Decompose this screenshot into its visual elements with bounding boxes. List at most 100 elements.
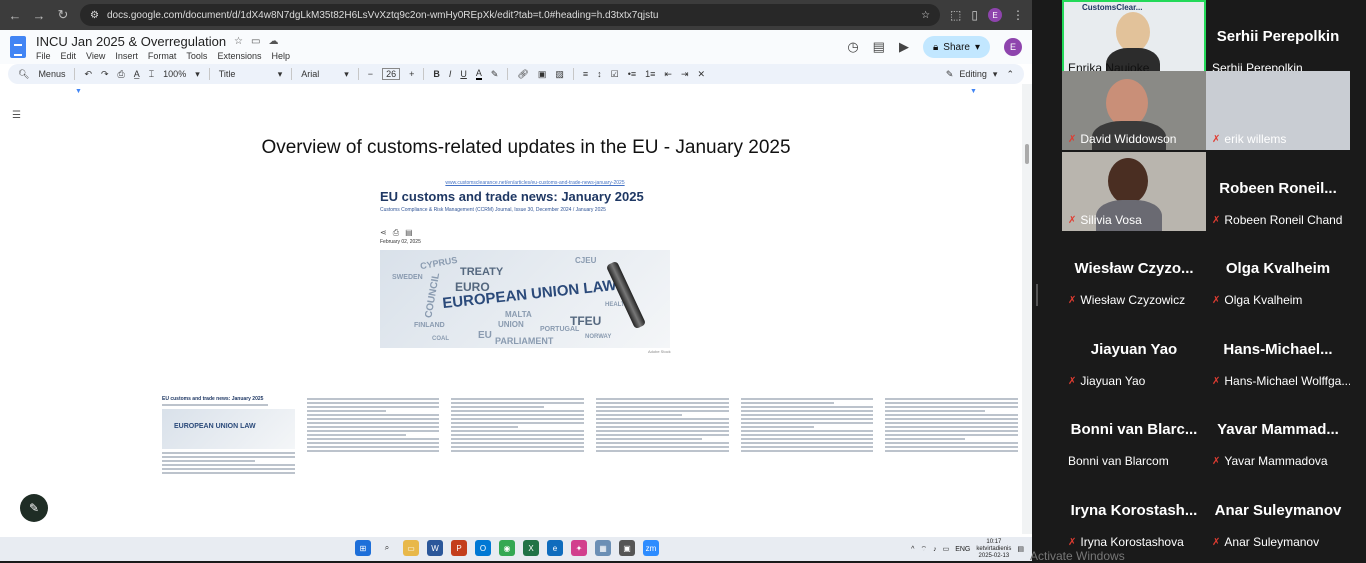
collapse-toolbar-icon[interactable]: ⌃ (1006, 69, 1014, 80)
thumbnail-page[interactable] (594, 394, 731, 534)
forward-icon[interactable]: → (32, 8, 46, 23)
menus-search[interactable]: Menus (38, 69, 65, 79)
document-heading[interactable]: Overview of customs-related updates in t… (0, 137, 1032, 159)
scrollbar-thumb[interactable] (1025, 144, 1029, 164)
move-folder-icon[interactable]: ▭ (251, 36, 260, 47)
align-icon[interactable]: ≡ (583, 69, 588, 79)
participant-tile[interactable]: ✗ David Widdowson (1062, 71, 1206, 150)
clock[interactable]: 10:17 ketvirtadienis 2025-02-13 (976, 539, 1011, 560)
highlight-icon[interactable]: ✎ (491, 69, 499, 80)
participant-tile[interactable]: Yavar Mammad... ✗ Yavar Mammadova (1206, 393, 1350, 472)
line-spacing-icon[interactable]: ↕ (597, 69, 602, 79)
address-bar[interactable]: ⚙ docs.google.com/document/d/1dX4w8N7dgL… (80, 4, 941, 26)
profile-avatar[interactable]: E (988, 8, 1002, 22)
menu-tools[interactable]: Tools (186, 51, 207, 61)
paint-format-icon[interactable]: ⌶ (149, 69, 154, 80)
text-color-icon[interactable]: A (475, 68, 482, 80)
google-docs-logo-icon[interactable] (10, 36, 26, 58)
style-select[interactable]: Title (219, 69, 269, 79)
checklist-icon[interactable]: ☑ (611, 69, 619, 80)
menu-extensions[interactable]: Extensions (217, 51, 261, 61)
powerpoint-icon[interactable]: P (451, 540, 467, 556)
app-icon[interactable]: ▣ (619, 540, 635, 556)
image-icon[interactable]: ▨ (555, 69, 564, 80)
bullet-list-icon[interactable]: •≡ (628, 69, 636, 79)
font-select[interactable]: Arial (301, 69, 335, 79)
increase-font-icon[interactable]: + (409, 69, 414, 79)
browser-menu-icon[interactable]: ⋮ (1012, 8, 1024, 22)
participant-tile[interactable]: Jiayuan Yao ✗ Jiayuan Yao (1062, 313, 1206, 392)
spellcheck-icon[interactable]: A̲ (134, 69, 140, 79)
italic-icon[interactable]: I (449, 69, 452, 79)
bold-icon[interactable]: B (433, 69, 440, 79)
word-icon[interactable]: W (427, 540, 443, 556)
thumbnail-page[interactable] (449, 394, 587, 534)
menu-view[interactable]: View (86, 51, 105, 61)
resize-handle[interactable] (1036, 284, 1038, 306)
edge-icon[interactable]: e (547, 540, 563, 556)
participant-tile[interactable]: Anar Suleymanov ✗ Anar Suleymanov (1206, 474, 1350, 553)
version-history-icon[interactable]: ◷ (847, 39, 858, 55)
file-explorer-icon[interactable]: ▭ (403, 540, 419, 556)
menu-file[interactable]: File (36, 51, 51, 61)
menu-insert[interactable]: Insert (115, 51, 138, 61)
meet-icon[interactable]: ▶ (899, 39, 909, 55)
participant-tile[interactable]: Wiesław Czyzo... ✗ Wiesław Czyzowicz (1062, 232, 1206, 311)
clear-format-icon[interactable]: ✕ (698, 69, 706, 80)
language-indicator[interactable]: ENG (955, 546, 970, 553)
comments-icon[interactable]: ▤ (873, 39, 885, 55)
participant-tile[interactable]: ✗ Silivia Vosa (1062, 152, 1206, 231)
star-icon[interactable]: ☆ (234, 36, 243, 47)
vertical-scrollbar[interactable] (1022, 84, 1032, 534)
decrease-font-icon[interactable]: − (368, 69, 373, 79)
app-icon[interactable]: ▦ (595, 540, 611, 556)
outlook-icon[interactable]: O (475, 540, 491, 556)
share-button[interactable]: 🔒︎ Share ▾ (922, 36, 990, 58)
thumbnail-page[interactable] (304, 394, 442, 534)
document-title[interactable]: INCU Jan 2025 & Overregulation (36, 34, 226, 49)
participant-tile[interactable]: Hans-Michael... ✗ Hans-Michael Wolffga... (1206, 313, 1350, 392)
undo-icon[interactable]: ↶ (84, 69, 92, 80)
volume-icon[interactable]: ♪ (933, 546, 937, 553)
participant-tile[interactable]: ✗ erik willems (1206, 71, 1350, 150)
panel-divider[interactable] (1032, 0, 1060, 561)
comment-icon[interactable]: ▣ (538, 69, 547, 80)
zoom-icon[interactable]: zm (643, 540, 659, 556)
ruler[interactable]: ▼ ▼ (0, 86, 1020, 95)
participant-tile[interactable]: Bonni van Blarc... Bonni van Blarcom (1062, 393, 1206, 472)
participant-tile[interactable]: Serhii Perepolkin Serhii Perepolkin (1206, 0, 1350, 79)
reload-icon[interactable]: ↻ (56, 7, 70, 23)
thumbnail-page[interactable]: EU customs and trade news: January 2025 … (160, 394, 297, 534)
windows-start-icon[interactable]: ⊞ (355, 540, 371, 556)
site-info-icon[interactable]: ⚙ (90, 10, 99, 21)
extensions-icon[interactable]: ⬚ (950, 8, 961, 22)
decrease-indent-icon[interactable]: ⇤ (664, 69, 672, 80)
eu-law-image[interactable]: CYPRUS TREATY EURO COUNCIL EUROPEAN UNIO… (380, 250, 670, 348)
cloud-status-icon[interactable]: ☁ (268, 36, 278, 47)
participant-tile[interactable]: Robeen Roneil... ✗ Robeen Roneil Chand (1206, 152, 1350, 231)
increase-indent-icon[interactable]: ⇥ (681, 69, 689, 80)
numbered-list-icon[interactable]: 1≡ (645, 69, 655, 79)
menu-format[interactable]: Format (148, 51, 177, 61)
print-icon[interactable]: ⎙ (118, 69, 125, 80)
zoom-select[interactable]: 100% (163, 69, 186, 79)
app-icon[interactable]: ✦ (571, 540, 587, 556)
chevron-down-icon[interactable]: ▾ (195, 69, 200, 80)
participant-tile[interactable]: CustomsClear... Enrika Naujoke (1062, 0, 1206, 79)
chevron-down-icon[interactable]: ▾ (278, 69, 283, 80)
thumbnail-page[interactable] (738, 394, 876, 534)
link-icon[interactable]: 🔗︎ (517, 69, 528, 80)
underline-icon[interactable]: U (460, 69, 467, 79)
chevron-up-icon[interactable]: ^ (911, 546, 914, 553)
redo-icon[interactable]: ↷ (101, 69, 109, 80)
search-icon[interactable]: 🔍︎ (18, 69, 29, 80)
participant-tile[interactable]: Olga Kvalheim ✗ Olga Kvalheim (1206, 232, 1350, 311)
document-outline-icon[interactable]: ☰ (12, 110, 21, 121)
sidepanel-icon[interactable]: ▯ (971, 8, 978, 22)
document-canvas[interactable]: ☰ Overview of customs-related updates in… (0, 94, 1021, 534)
user-avatar[interactable]: E (1004, 38, 1022, 56)
back-icon[interactable]: ← (8, 8, 22, 23)
participant-tile[interactable]: Iryna Korostash... ✗ Iryna Korostashova (1062, 474, 1206, 553)
bookmark-star-icon[interactable]: ☆ (921, 10, 930, 21)
thumbnail-page[interactable] (883, 394, 1021, 534)
